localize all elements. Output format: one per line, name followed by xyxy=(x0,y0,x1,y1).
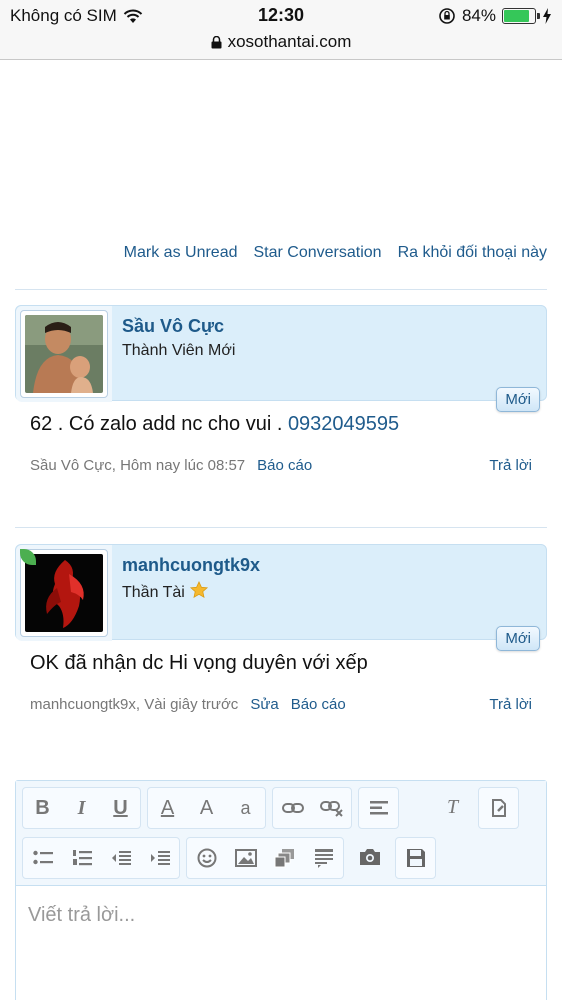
align-button[interactable] xyxy=(359,788,398,828)
image-button[interactable] xyxy=(226,838,265,878)
message-header: manhcuongtk9x Thần Tài Mới xyxy=(15,544,547,651)
message-author-time: manhcuongtk9x, Vài giây trước xyxy=(30,696,239,713)
list-group xyxy=(22,837,180,879)
camera-icon xyxy=(359,849,380,865)
indent-icon xyxy=(150,851,170,865)
italic-button[interactable]: I xyxy=(62,788,101,828)
image-icon xyxy=(234,849,257,867)
save-draft-button[interactable] xyxy=(396,838,435,878)
text-style-group: B I U xyxy=(22,787,141,829)
avatar[interactable] xyxy=(20,310,108,398)
source-group xyxy=(478,787,519,829)
leave-conversation-link[interactable]: Ra khỏi đối thoại này xyxy=(398,244,547,262)
link-group xyxy=(272,787,352,829)
lock-icon xyxy=(211,36,222,49)
floppy-disk-icon xyxy=(406,849,425,867)
new-badge: Mới xyxy=(496,387,540,412)
status-bar: Không có SIM 12:30 84% xyxy=(0,0,562,32)
unlink-icon xyxy=(319,801,343,817)
mark-unread-link[interactable]: Mark as Unread xyxy=(124,244,238,262)
toolbar-row-1: B I U A A a T xyxy=(22,787,540,829)
font-family-button[interactable]: a xyxy=(226,788,265,828)
reply-editor: B I U A A a T Viết trả lời... xyxy=(15,780,547,1000)
report-link[interactable]: Báo cáo xyxy=(291,696,346,713)
user-title: Thành Viên Mới xyxy=(122,342,236,359)
url-domain: xosothantai.com xyxy=(227,32,352,51)
message-body: OK đã nhận dc Hi vọng duyên với xếp xyxy=(15,652,547,682)
divider xyxy=(15,289,547,290)
report-link[interactable]: Báo cáo xyxy=(257,457,312,474)
divider xyxy=(15,527,547,528)
toolbar-row-2 xyxy=(22,837,540,879)
reply-link[interactable]: Trả lời xyxy=(489,457,532,474)
url-bar[interactable]: xosothantai.com xyxy=(0,32,562,60)
link-button[interactable] xyxy=(273,788,312,828)
align-left-icon xyxy=(369,801,388,815)
message-meta: Sầu Vô Cực, Hôm nay lúc 08:57 Báo cáo Trả… xyxy=(15,457,547,477)
misc-group: T xyxy=(433,787,472,829)
outdent-button[interactable] xyxy=(101,838,140,878)
save-group xyxy=(395,837,436,879)
clear-format-button[interactable]: T xyxy=(433,787,472,827)
media-icon xyxy=(274,849,294,868)
battery-fill xyxy=(504,10,530,22)
insert-group xyxy=(186,837,344,879)
quote-icon xyxy=(314,849,333,868)
upload-group xyxy=(350,837,389,879)
font-color-button[interactable]: A xyxy=(148,788,187,828)
message-2: manhcuongtk9x Thần Tài Mới OK đã nhận dc… xyxy=(15,544,547,716)
source-button[interactable] xyxy=(479,788,518,828)
message-meta: manhcuongtk9x, Vài giây trước Sửa Báo cáo … xyxy=(15,696,547,716)
star-conversation-link[interactable]: Star Conversation xyxy=(254,244,382,262)
underline-button[interactable]: U xyxy=(101,788,140,828)
numbered-list-button[interactable] xyxy=(62,838,101,878)
avatar-photo xyxy=(25,315,103,393)
message-text: 62 . Có zalo add nc cho vui . xyxy=(30,413,288,435)
status-right: 84% xyxy=(438,6,552,26)
edit-source-icon xyxy=(491,799,506,817)
battery-icon xyxy=(502,8,540,24)
user-title-text: Thần Tài xyxy=(122,584,185,601)
smiley-icon xyxy=(197,848,216,868)
username[interactable]: Sầu Vô Cực xyxy=(122,316,224,337)
user-title: Thần Tài xyxy=(122,581,209,602)
unlink-button[interactable] xyxy=(312,788,351,828)
outdent-icon xyxy=(111,851,131,865)
message-author-time: Sầu Vô Cực, Hôm nay lúc 08:57 xyxy=(30,457,246,474)
username[interactable]: manhcuongtk9x xyxy=(122,555,260,576)
message-1: Sầu Vô Cực Thành Viên Mới Mới 62 . Có za… xyxy=(15,305,547,477)
rotation-lock-icon xyxy=(439,8,455,24)
edit-link[interactable]: Sửa xyxy=(250,696,278,713)
bold-button[interactable]: B xyxy=(23,788,62,828)
link-icon xyxy=(281,803,304,813)
font-size-button[interactable]: A xyxy=(187,788,226,828)
bullet-list-button[interactable] xyxy=(23,838,62,878)
media-button[interactable] xyxy=(265,838,304,878)
avatar-photo xyxy=(25,554,103,632)
quote-button[interactable] xyxy=(304,838,343,878)
message-body: 62 . Có zalo add nc cho vui . 0932049595 xyxy=(15,413,547,443)
phone-link[interactable]: 0932049595 xyxy=(288,413,399,435)
battery-percent: 84% xyxy=(461,6,496,25)
charging-icon xyxy=(543,8,551,24)
new-badge: Mới xyxy=(496,626,540,651)
numbered-list-icon xyxy=(72,850,92,866)
indent-button[interactable] xyxy=(140,838,179,878)
smilie-button[interactable] xyxy=(187,838,226,878)
message-text: OK đã nhận dc Hi vọng duyên với xếp xyxy=(30,652,368,674)
reply-textarea[interactable]: Viết trả lời... xyxy=(16,886,546,945)
align-group xyxy=(358,787,399,829)
font-group: A A a xyxy=(147,787,266,829)
message-header: Sầu Vô Cực Thành Viên Mới Mới xyxy=(15,305,547,412)
camera-button[interactable] xyxy=(350,837,389,877)
bullet-list-icon xyxy=(32,850,53,865)
reply-link[interactable]: Trả lời xyxy=(489,696,532,713)
star-icon xyxy=(190,581,209,599)
editor-toolbar: B I U A A a T xyxy=(16,781,546,886)
conversation-actions: Mark as Unread Star Conversation Ra khỏi… xyxy=(0,244,562,262)
